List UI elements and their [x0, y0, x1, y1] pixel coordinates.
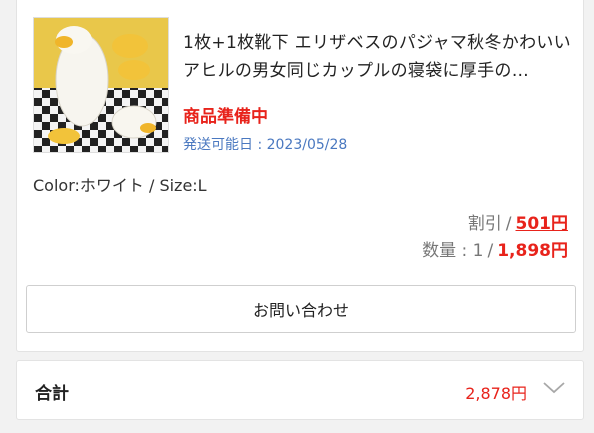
product-thumbnail[interactable]	[33, 17, 169, 153]
item-price: 1,898円	[497, 241, 568, 261]
discount-row: 割引/501円	[468, 209, 568, 234]
chevron-down-icon[interactable]	[539, 375, 569, 399]
product-variant: Color:ホワイト / Size:L	[33, 176, 207, 195]
quantity-price-row: 数量 : 1/1,898円	[422, 236, 568, 261]
order-status: 商品準備中	[183, 107, 268, 127]
order-item-card: 1枚+1枚靴下 エリザベスのパジャマ秋冬かわいいアヒルの男女同じカップルの寝袋に…	[16, 0, 584, 352]
product-image-icon	[34, 18, 168, 152]
quantity-label: 数量 : 1	[422, 241, 484, 261]
discount-label: 割引	[467, 214, 502, 234]
contact-button[interactable]: お問い合わせ	[26, 285, 576, 333]
separator: /	[505, 214, 512, 234]
separator: /	[487, 241, 494, 261]
ship-date: 発送可能日 : 2023/05/28	[183, 137, 348, 153]
total-amount: 2,878円	[465, 384, 527, 403]
product-title[interactable]: 1枚+1枚靴下 エリザベスのパジャマ秋冬かわいいアヒルの男女同じカップルの寝袋に…	[183, 29, 575, 85]
discount-value[interactable]: 501円	[516, 214, 569, 234]
order-total-row[interactable]: 合計 2,878円	[16, 360, 584, 420]
total-label: 合計	[35, 384, 69, 404]
